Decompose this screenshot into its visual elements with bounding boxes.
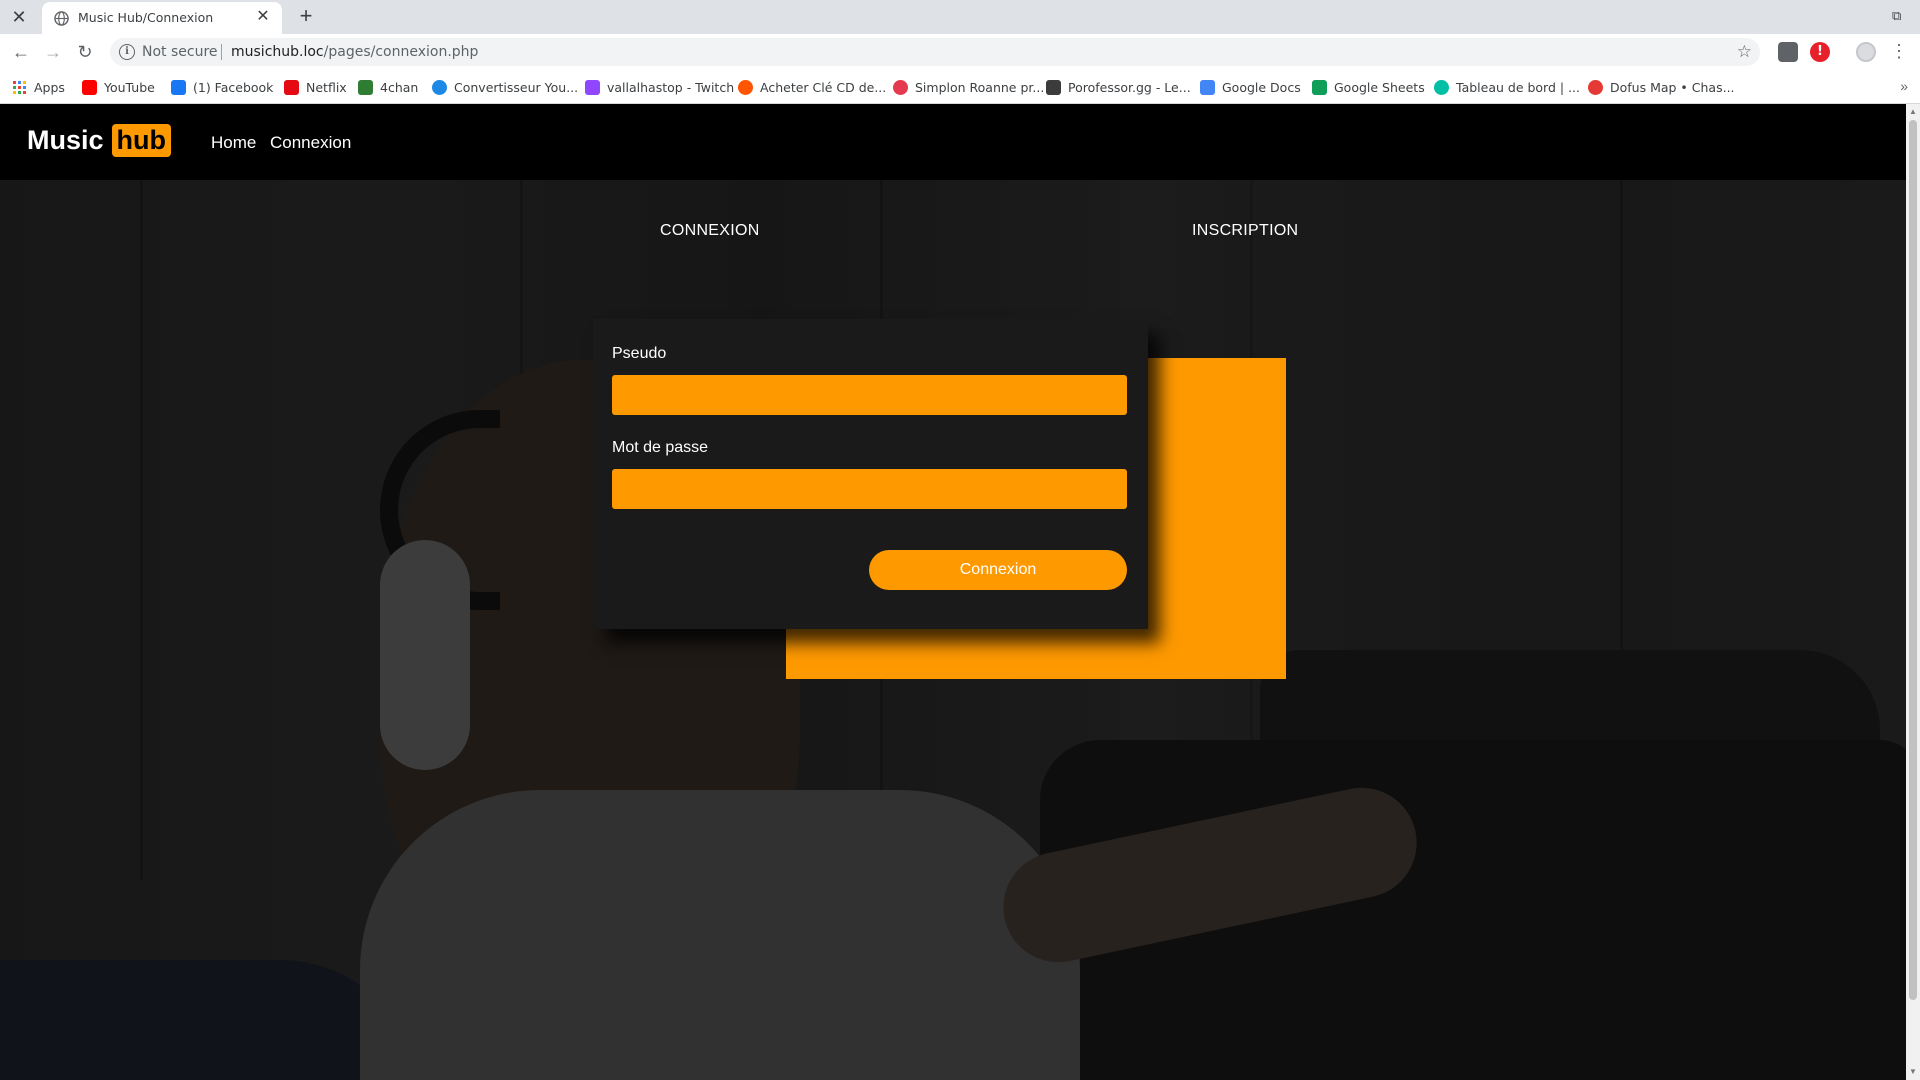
bookmark-instant-gaming[interactable]: Acheter Clé CD de... [738, 78, 886, 96]
facebook-icon [171, 79, 186, 95]
tab-inscription[interactable]: INSCRIPTION [1192, 222, 1298, 240]
bookmark-label: Convertisseur You... [454, 79, 579, 95]
connexion-submit-button[interactable]: Connexion [869, 550, 1127, 590]
site-logo[interactable]: Music hub [27, 124, 172, 157]
bookmark-simplon[interactable]: Simplon Roanne pr... [893, 78, 1044, 96]
bookmark-label: Tableau de bord | ... [1456, 79, 1580, 95]
bookmark-netflix[interactable]: Netflix [284, 78, 347, 96]
bookmarks-bar: Apps YouTube (1) Facebook Netflix 4chan … [0, 70, 1920, 104]
page-scrollbar[interactable]: ▲ ▼ [1906, 104, 1920, 1080]
porofessor-icon [1046, 79, 1061, 95]
netflix-icon [284, 79, 299, 95]
simplon-icon [893, 79, 908, 95]
bookmark-google-sheets[interactable]: Google Sheets [1312, 78, 1425, 96]
browser-tab[interactable]: Music Hub/Connexion ✕ [42, 2, 282, 34]
twitch-icon [585, 79, 600, 95]
bookmark-label: (1) Facebook [193, 79, 274, 95]
reload-icon[interactable]: ↻ [74, 41, 96, 63]
scroll-up-icon[interactable]: ▲ [1909, 108, 1917, 116]
tab-close-icon[interactable]: ✕ [254, 8, 272, 26]
bookmark-label: Dofus Map • Chas... [1610, 79, 1735, 95]
bookmark-star-icon[interactable]: ☆ [1737, 42, 1752, 62]
pseudo-input[interactable] [612, 375, 1127, 415]
new-tab-icon[interactable]: + [294, 5, 318, 29]
bookmark-4chan[interactable]: 4chan [358, 78, 418, 96]
omnibox-divider [221, 44, 222, 60]
logo-text: Music [27, 125, 104, 155]
password-label: Mot de passe [612, 439, 709, 456]
address-bar[interactable]: i Not secure musichub.loc/pages/connexio… [110, 38, 1760, 66]
globe-icon [54, 11, 69, 26]
url-text[interactable]: musichub.loc/pages/connexion.php [231, 44, 478, 60]
bookmark-google-docs[interactable]: Google Docs [1200, 78, 1301, 96]
forward-arrow-icon[interactable]: → [42, 41, 64, 63]
bookmark-facebook[interactable]: (1) Facebook [171, 78, 273, 96]
tab-title: Music Hub/Connexion [78, 10, 214, 25]
adblock-extension-icon[interactable] [1810, 42, 1830, 62]
nav-link-home[interactable]: Home [211, 133, 256, 153]
url-host: musichub.loc [231, 44, 324, 60]
chevron-double-right-icon[interactable]: » [1900, 78, 1908, 94]
bookmark-label: Netflix [306, 79, 347, 95]
bookmark-porofessor[interactable]: Porofessor.gg - Le... [1046, 78, 1191, 96]
extension-icon[interactable] [1778, 42, 1798, 62]
bookmark-label: vallalhastop - Twitch [607, 79, 735, 95]
bookmark-label: YouTube [104, 79, 155, 95]
bookmark-apps[interactable]: Apps [12, 78, 65, 96]
bookmark-converter[interactable]: Convertisseur You... [432, 78, 578, 96]
back-arrow-icon[interactable]: ← [10, 41, 32, 63]
bookmark-label: Porofessor.gg - Le... [1068, 79, 1191, 95]
login-form-card: Pseudo Mot de passe Connexion [593, 319, 1148, 629]
bookmark-youtube[interactable]: YouTube [82, 78, 155, 96]
scroll-down-icon[interactable]: ▼ [1909, 1068, 1917, 1076]
bookmark-label: 4chan [380, 79, 419, 95]
nav-link-connexion[interactable]: Connexion [270, 133, 351, 153]
logo-badge: hub [111, 124, 172, 157]
google-sheets-icon [1312, 79, 1327, 95]
dofus-map-icon [1588, 79, 1603, 95]
scrollbar-thumb[interactable] [1909, 120, 1917, 1000]
google-docs-icon [1200, 79, 1215, 95]
apps-grid-icon [12, 80, 27, 95]
profile-avatar[interactable] [1856, 42, 1876, 62]
tab-connexion[interactable]: CONNEXION [660, 222, 760, 240]
bookmark-label: Acheter Clé CD de... [760, 79, 887, 95]
password-input[interactable] [612, 469, 1127, 509]
pseudo-label: Pseudo [612, 345, 667, 362]
browser-tab-strip: ✕ Music Hub/Connexion ✕ + ⧉ [0, 0, 1920, 34]
bookmark-label: Google Docs [1222, 79, 1301, 95]
info-icon[interactable]: i [119, 44, 135, 60]
web-page: Music hub Home Connexion CONNEXION INSCR… [0, 104, 1906, 1080]
dashboard-icon [1434, 79, 1449, 95]
bookmark-label: Simplon Roanne pr... [915, 79, 1045, 95]
bookmark-label: Apps [34, 79, 65, 95]
security-label: Not secure [142, 44, 218, 60]
instant-gaming-icon [738, 79, 753, 95]
4chan-icon [358, 79, 373, 95]
converter-icon [432, 79, 447, 95]
kebab-menu-icon[interactable]: ⋮ [1890, 40, 1908, 62]
site-navbar: Music hub Home Connexion [0, 104, 1906, 180]
bookmark-dofus-map[interactable]: Dofus Map • Chas... [1588, 78, 1735, 96]
url-path: /pages/connexion.php [323, 44, 479, 60]
bookmark-dashboard[interactable]: Tableau de bord | ... [1434, 78, 1580, 96]
browser-toolbar: ← → ↻ i Not secure musichub.loc/pages/co… [0, 34, 1920, 70]
bookmark-label: Google Sheets [1334, 79, 1425, 95]
tab-search-icon[interactable]: ⧉ [1892, 8, 1908, 24]
youtube-icon [82, 79, 97, 95]
window-close-icon[interactable]: ✕ [8, 6, 30, 28]
bookmark-twitch[interactable]: vallalhastop - Twitch [585, 78, 734, 96]
